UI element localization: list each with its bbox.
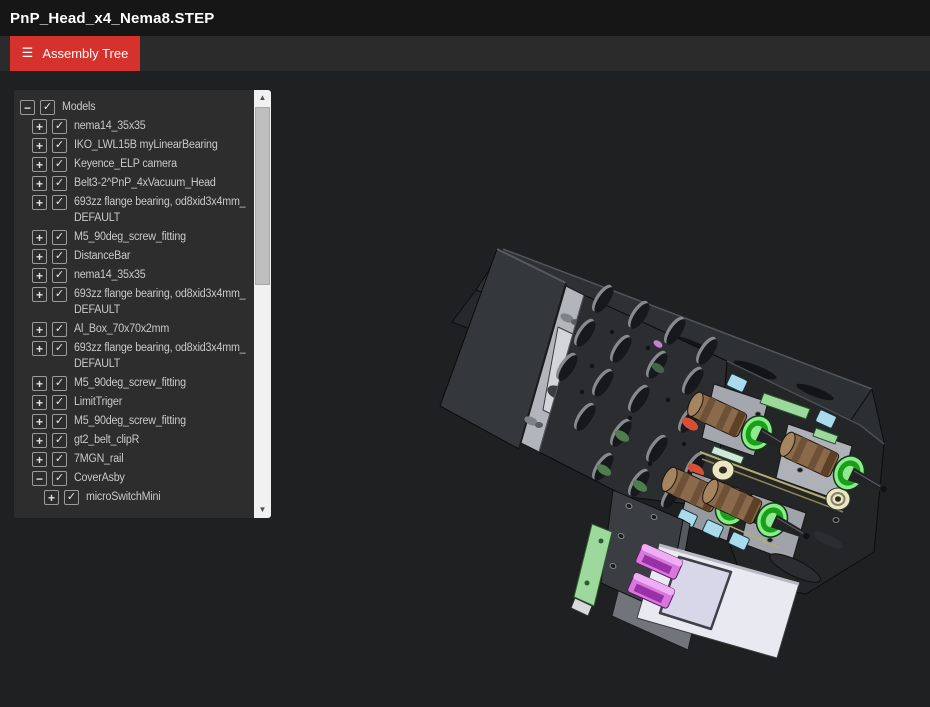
tree-item-label[interactable]: LimitTriger xyxy=(74,394,122,410)
tree-expand-button[interactable]: + xyxy=(32,249,47,264)
tree-item-label[interactable]: M5_90deg_screw_fitting xyxy=(74,413,186,429)
tree-expand-button[interactable]: + xyxy=(32,341,47,356)
tree-expand-button[interactable]: + xyxy=(32,138,47,153)
tree-item-label[interactable]: 693zz flange bearing, od8xid3x4mm_ DEFAU… xyxy=(74,286,246,318)
tree-checkbox[interactable]: ✓ xyxy=(52,471,67,486)
assembly-tree-panel: − ✓ Models + ✓ nema14_35x35 + ✓ IKO_LWL15B myLin… xyxy=(14,90,271,518)
tree-expand-button[interactable]: + xyxy=(44,490,59,505)
tree-checkbox[interactable]: ✓ xyxy=(40,100,55,115)
scrollbar[interactable]: ▲ ▼ xyxy=(254,90,271,518)
assembly-tree-button-label: Assembly Tree xyxy=(42,46,129,61)
tree-item-label[interactable]: 693zz flange bearing, od8xid3x4mm_ DEFAU… xyxy=(74,340,246,372)
tree-item-label[interactable]: nema14_35x35 xyxy=(74,118,146,134)
tree-expand-button[interactable]: + xyxy=(32,322,47,337)
tree-expand-button[interactable]: + xyxy=(32,268,47,283)
tree-checkbox[interactable]: ✓ xyxy=(52,157,67,172)
tree-row: + ✓ nema14_35x35 xyxy=(20,119,254,134)
toolbar: ☰ Assembly Tree xyxy=(0,36,930,71)
tree-collapse-button[interactable]: − xyxy=(20,100,35,115)
tree-row: + ✓ 7MGN_rail xyxy=(20,452,254,467)
scrollbar-thumb[interactable] xyxy=(255,107,270,286)
tree-row: + ✓ nema14_35x35 xyxy=(20,268,254,283)
scrollbar-track[interactable] xyxy=(254,106,271,502)
tree-item-label[interactable]: gt2_belt_clipR xyxy=(74,432,139,448)
tree-item-label[interactable]: DistanceBar xyxy=(74,248,130,264)
tree-row: + ✓ 693zz flange bearing, od8xid3x4mm_ DEF… xyxy=(20,195,254,226)
tree-checkbox[interactable]: ✓ xyxy=(52,433,67,448)
tree-row: + ✓ M5_90deg_screw_fitting xyxy=(20,414,254,429)
tree-expand-button[interactable]: + xyxy=(32,119,47,134)
tree-checkbox[interactable]: ✓ xyxy=(52,119,67,134)
tree-row: + ✓ microSwitchMini xyxy=(20,490,254,505)
assembly-tree-button[interactable]: ☰ Assembly Tree xyxy=(10,36,140,71)
tree-collapse-button[interactable]: − xyxy=(32,471,47,486)
tree-checkbox[interactable]: ✓ xyxy=(52,287,67,302)
tree-item-label[interactable]: 7MGN_rail xyxy=(74,451,124,467)
scroll-up-icon[interactable]: ▲ xyxy=(254,90,271,106)
tree-row: + ✓ M5_90deg_screw_fitting xyxy=(20,230,254,245)
tree-row: − ✓ Models xyxy=(20,100,254,115)
window-title: PnP_Head_x4_Nema8.STEP xyxy=(10,9,215,27)
tree-row: + ✓ gt2_belt_clipR xyxy=(20,433,254,448)
assembly-tree-list: − ✓ Models + ✓ nema14_35x35 + ✓ IKO_LWL15B myLin… xyxy=(14,90,254,518)
tree-item-label[interactable]: microSwitchMini xyxy=(86,489,161,505)
tree-checkbox[interactable]: ✓ xyxy=(52,268,67,283)
tree-checkbox[interactable]: ✓ xyxy=(52,230,67,245)
tree-row: + ✓ 693zz flange bearing, od8xid3x4mm_ DEF… xyxy=(20,287,254,318)
tree-item-label[interactable]: IKO_LWL15B myLinearBearing xyxy=(74,137,218,153)
tree-row: + ✓ Keyence_ELP camera xyxy=(20,157,254,172)
tree-item-label[interactable]: M5_90deg_screw_fitting xyxy=(74,229,186,245)
tree-item-label[interactable]: CoverAsby xyxy=(74,470,125,486)
tree-item-label[interactable]: M5_90deg_screw_fitting xyxy=(74,375,186,391)
menu-icon: ☰ xyxy=(21,45,34,60)
tree-item-label[interactable]: 693zz flange bearing, od8xid3x4mm_ DEFAU… xyxy=(74,194,246,226)
tree-checkbox[interactable]: ✓ xyxy=(64,490,79,505)
tree-item-label[interactable]: nema14_35x35 xyxy=(74,267,146,283)
tree-row: + ✓ DistanceBar xyxy=(20,249,254,264)
tree-expand-button[interactable]: + xyxy=(32,195,47,210)
tree-expand-button[interactable]: + xyxy=(32,433,47,448)
tree-checkbox[interactable]: ✓ xyxy=(52,138,67,153)
tree-expand-button[interactable]: + xyxy=(32,287,47,302)
tree-row: − ✓ CoverAsby xyxy=(20,471,254,486)
tree-checkbox[interactable]: ✓ xyxy=(52,249,67,264)
tree-item-label[interactable]: Keyence_ELP camera xyxy=(74,156,177,172)
tree-checkbox[interactable]: ✓ xyxy=(52,452,67,467)
tree-item-label[interactable]: Belt3-2^PnP_4xVacuum_Head xyxy=(74,175,216,191)
tree-expand-button[interactable]: + xyxy=(32,230,47,245)
tree-expand-button[interactable]: + xyxy=(32,414,47,429)
tree-checkbox[interactable]: ✓ xyxy=(52,322,67,337)
tree-checkbox[interactable]: ✓ xyxy=(52,414,67,429)
scroll-down-icon[interactable]: ▼ xyxy=(254,502,271,518)
tree-row: + ✓ 693zz flange bearing, od8xid3x4mm_ DEF… xyxy=(20,341,254,372)
tree-expand-button[interactable]: + xyxy=(32,157,47,172)
title-bar: PnP_Head_x4_Nema8.STEP xyxy=(0,0,930,36)
tree-row: + ✓ LimitTriger xyxy=(20,395,254,410)
tree-checkbox[interactable]: ✓ xyxy=(52,395,67,410)
tree-expand-button[interactable]: + xyxy=(32,376,47,391)
tree-item-label[interactable]: Al_Box_70x70x2mm xyxy=(74,321,169,337)
tree-item-label[interactable]: Models xyxy=(62,99,96,115)
tree-checkbox[interactable]: ✓ xyxy=(52,341,67,356)
tree-checkbox[interactable]: ✓ xyxy=(52,176,67,191)
app-window: PnP_Head_x4_Nema8.STEP ☰ Assembly Tree −… xyxy=(0,0,930,707)
tree-checkbox[interactable]: ✓ xyxy=(52,195,67,210)
tree-row: + ✓ Al_Box_70x70x2mm xyxy=(20,322,254,337)
tree-expand-button[interactable]: + xyxy=(32,176,47,191)
tree-row: + ✓ M5_90deg_screw_fitting xyxy=(20,376,254,391)
tree-expand-button[interactable]: + xyxy=(32,395,47,410)
tree-expand-button[interactable]: + xyxy=(32,452,47,467)
tree-row: + ✓ Belt3-2^PnP_4xVacuum_Head xyxy=(20,176,254,191)
tree-row: + ✓ IKO_LWL15B myLinearBearing xyxy=(20,138,254,153)
tree-checkbox[interactable]: ✓ xyxy=(52,376,67,391)
